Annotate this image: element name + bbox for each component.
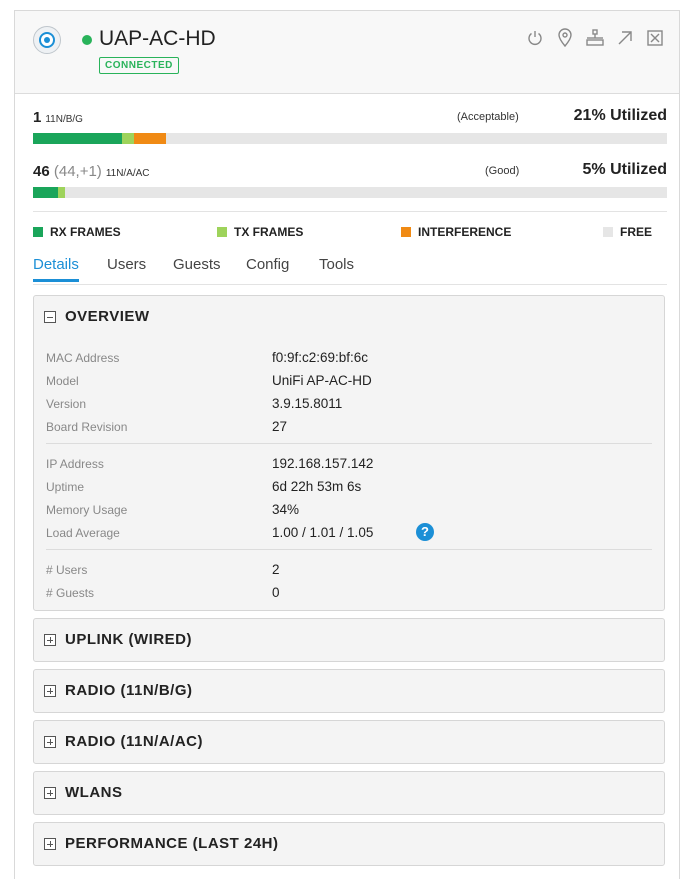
interference-segment (134, 133, 167, 144)
legend-tx-swatch (217, 227, 227, 237)
expand-plus-icon[interactable] (44, 633, 56, 646)
section-title: WLANS (65, 784, 123, 801)
status-badge: CONNECTED (99, 57, 179, 74)
kv-value: UniFi AP-AC-HD (272, 373, 372, 388)
kv-value: 34% (272, 502, 300, 517)
locate-icon[interactable] (555, 27, 575, 49)
expand-plus-icon[interactable] (44, 735, 56, 748)
legend-rx: RX FRAMES (33, 225, 121, 239)
legend-tx: TX FRAMES (217, 225, 303, 239)
section-title: UPLINK (WIRED) (65, 631, 192, 648)
section-header[interactable]: PERFORMANCE (LAST 24H) (44, 835, 279, 852)
section-title: RADIO (11N/A/AC) (65, 733, 204, 750)
panel-header: UAP-AC-HD CONNECTED (15, 11, 679, 94)
radio-quality: (Acceptable) (457, 111, 519, 123)
kv-value: 0 (272, 585, 280, 600)
radio-utilization: 5% Utilized (582, 161, 667, 178)
kv-label: MAC Address (46, 351, 120, 365)
help-icon[interactable]: ? (416, 523, 434, 541)
kv-value: 1.00 / 1.01 / 1.05 (272, 525, 374, 540)
divider (46, 549, 652, 550)
kv-label: Model (46, 374, 79, 388)
expand-icon[interactable] (615, 27, 635, 49)
device-name: UAP-AC-HD (99, 27, 216, 50)
close-icon[interactable] (645, 27, 665, 49)
utilization-bar (33, 133, 667, 144)
utilization-bar (33, 187, 667, 198)
tab-tools[interactable]: Tools (319, 256, 354, 279)
overview-section: OVERVIEW MAC Address f0:9f:c2:69:bf:6c M… (33, 295, 665, 611)
radio-ac-section[interactable]: RADIO (11N/A/AC) (33, 720, 665, 764)
expand-plus-icon[interactable] (44, 837, 56, 850)
section-title: RADIO (11N/B/G) (65, 682, 193, 699)
section-title: PERFORMANCE (LAST 24H) (65, 835, 279, 852)
radio-channel: 46 (44,+1) 11N/A/AC (33, 163, 150, 180)
tx-frames-segment (58, 187, 65, 198)
kv-label: Uptime (46, 480, 85, 494)
network-icon[interactable] (585, 27, 605, 49)
kv-label: Version (46, 397, 87, 411)
tab-users[interactable]: Users (107, 256, 146, 279)
performance-section[interactable]: PERFORMANCE (LAST 24H) (33, 822, 665, 866)
tab-details[interactable]: Details (33, 256, 79, 282)
uplink-section[interactable]: UPLINK (WIRED) (33, 618, 665, 662)
tab-bar: Details Users Guests Config Tools (33, 256, 667, 285)
legend-free: FREE (603, 225, 652, 239)
kv-value: f0:9f:c2:69:bf:6c (272, 350, 369, 365)
utilization-legend: RX FRAMES TX FRAMES INTERFERENCE FREE (33, 225, 667, 241)
tab-config[interactable]: Config (246, 256, 289, 279)
kv-label: IP Address (46, 457, 104, 471)
expand-plus-icon[interactable] (44, 786, 56, 799)
divider (46, 443, 652, 444)
expand-plus-icon[interactable] (44, 684, 56, 697)
header-actions (525, 27, 665, 49)
radio-bg-section[interactable]: RADIO (11N/B/G) (33, 669, 665, 713)
kv-label: Memory Usage (46, 503, 128, 517)
legend-interference-swatch (401, 227, 411, 237)
overview-header[interactable]: OVERVIEW (44, 308, 150, 325)
tab-guests[interactable]: Guests (173, 256, 221, 279)
legend-rx-swatch (33, 227, 43, 237)
kv-value: 27 (272, 419, 288, 434)
rx-frames-segment (33, 133, 122, 144)
device-circle-icon (33, 26, 61, 54)
kv-value: 2 (272, 562, 280, 577)
legend-interference: INTERFERENCE (401, 225, 511, 239)
collapse-icon[interactable] (44, 310, 56, 323)
kv-label: Load Average (46, 526, 120, 540)
legend-free-swatch (603, 227, 613, 237)
section-header[interactable]: WLANS (44, 784, 123, 801)
radio-channel: 1 11N/B/G (33, 109, 83, 126)
kv-label: Board Revision (46, 420, 128, 434)
section-header[interactable]: UPLINK (WIRED) (44, 631, 192, 648)
device-panel: UAP-AC-HD CONNECTED 1 11N/B/G (Acceptabl… (14, 10, 680, 879)
status-dot (82, 35, 92, 45)
power-icon[interactable] (525, 27, 545, 49)
wlans-section[interactable]: WLANS (33, 771, 665, 815)
section-header[interactable]: RADIO (11N/B/G) (44, 682, 193, 699)
rx-frames-segment (33, 187, 59, 198)
divider (33, 211, 667, 212)
kv-label: # Guests (46, 586, 95, 600)
kv-value: 3.9.15.8011 (272, 396, 343, 411)
radio-utilization: 21% Utilized (573, 107, 667, 124)
kv-value: 192.168.157.142 (272, 456, 374, 471)
kv-value: 6d 22h 53m 6s (272, 479, 362, 494)
tx-frames-segment (121, 133, 135, 144)
radio-quality: (Good) (485, 165, 520, 177)
kv-label: # Users (46, 563, 88, 577)
section-header[interactable]: RADIO (11N/A/AC) (44, 733, 203, 750)
section-title: OVERVIEW (65, 308, 150, 325)
